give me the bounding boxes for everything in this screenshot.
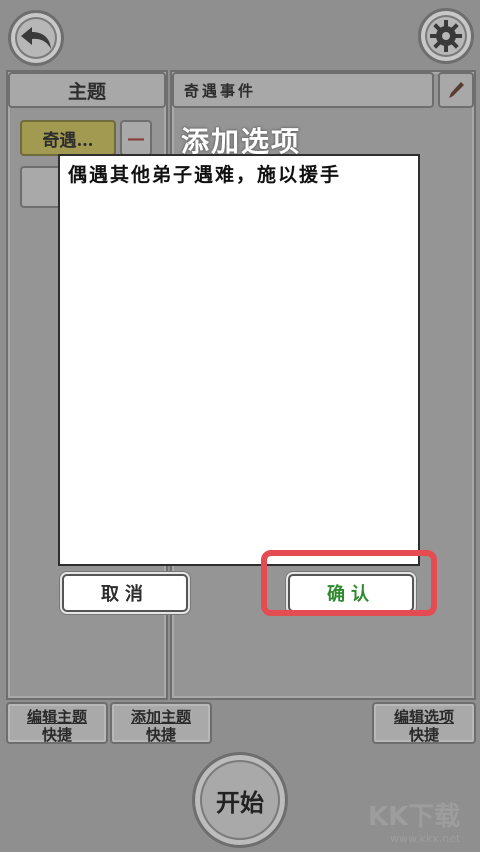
cancel-button[interactable]: 取消 xyxy=(62,574,188,612)
event-title-field[interactable]: 奇遇事件 xyxy=(172,72,434,108)
edit-option-sub: 快捷 xyxy=(408,726,439,744)
settings-button[interactable] xyxy=(418,8,474,64)
edit-option-label: 编辑选项 xyxy=(393,708,454,726)
edit-theme-label: 编辑主题 xyxy=(26,708,87,726)
back-arrow-icon xyxy=(21,27,51,49)
add-theme-label: 添加主题 xyxy=(130,708,191,726)
edit-option-shortcut-button[interactable]: 编辑选项 快捷 xyxy=(372,702,476,744)
remove-theme-button[interactable]: — xyxy=(120,120,152,156)
add-theme-shortcut-button[interactable]: 添加主题 快捷 xyxy=(110,702,212,744)
highlight-frame xyxy=(261,550,437,616)
add-theme-sub: 快捷 xyxy=(145,726,176,744)
tab-theme[interactable]: 主题 xyxy=(8,72,166,108)
theme-item-label: 奇遇… xyxy=(42,130,94,151)
start-button[interactable]: 开始 xyxy=(192,752,288,848)
pencil-icon xyxy=(449,82,464,98)
option-text-field[interactable]: 偶遇其他弟子遇难，施以援手 xyxy=(58,154,420,566)
theme-item-selected[interactable]: 奇遇… xyxy=(20,120,116,156)
start-label: 开始 xyxy=(216,787,264,817)
edit-theme-sub: 快捷 xyxy=(41,726,72,744)
tab-theme-label: 主题 xyxy=(67,80,106,103)
event-title-text: 奇遇事件 xyxy=(184,81,257,100)
gear-icon xyxy=(430,20,462,52)
edit-title-button[interactable] xyxy=(438,72,474,108)
back-button[interactable] xyxy=(8,10,64,66)
watermark-url: www.kkx.net xyxy=(390,832,461,845)
option-text-value: 偶遇其他弟子遇难，施以援手 xyxy=(68,164,342,186)
edit-theme-shortcut-button[interactable]: 编辑主题 快捷 xyxy=(6,702,108,744)
cancel-label: 取消 xyxy=(101,584,149,605)
remove-icon: — xyxy=(127,127,145,149)
watermark-logo: KK下载 xyxy=(368,802,461,832)
modal-title: 添加选项 xyxy=(180,125,301,158)
